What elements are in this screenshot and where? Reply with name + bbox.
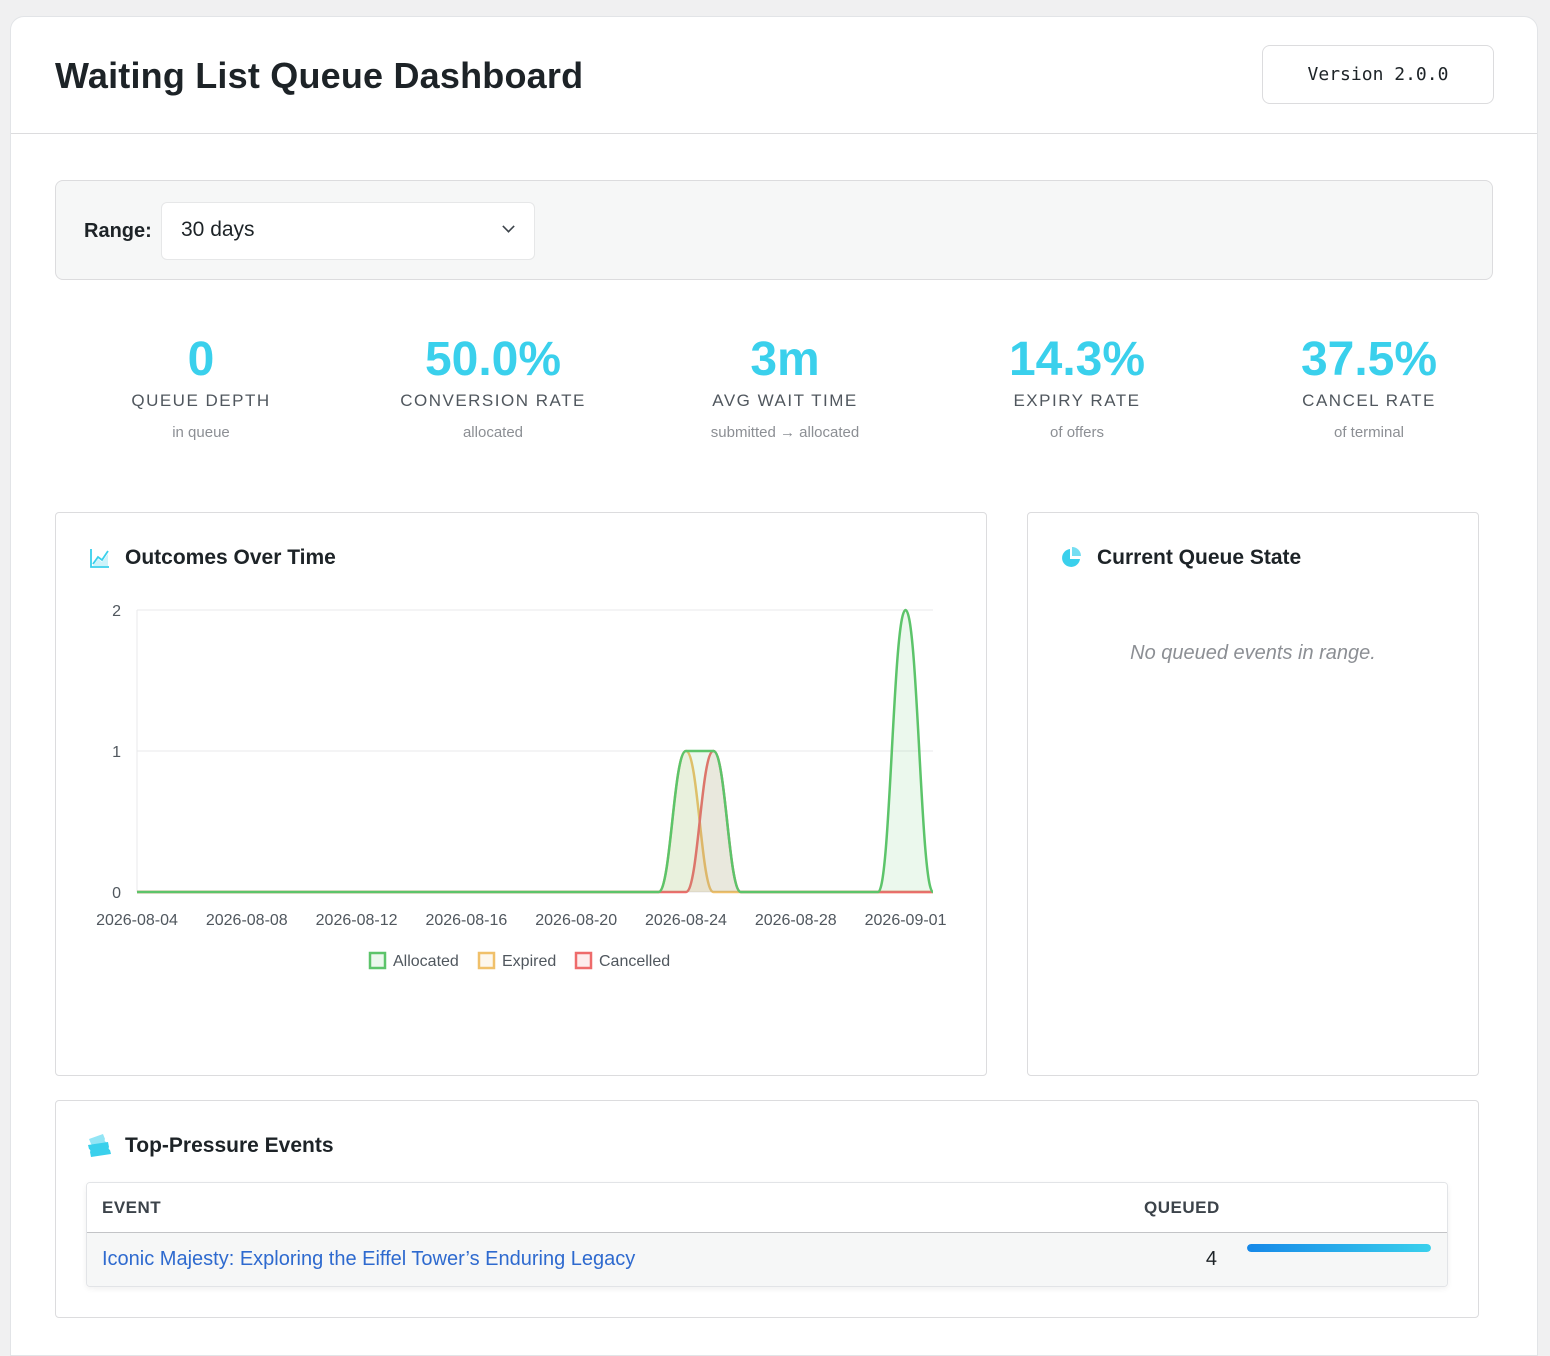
table-header: EVENT QUEUED (87, 1183, 1447, 1233)
series-line-cancelled (137, 749, 933, 894)
version-badge: Version 2.0.0 (1262, 45, 1494, 104)
kpi-value: 3m (750, 333, 820, 386)
legend-label-cancelled: Cancelled (599, 953, 670, 970)
pressure-bar-fill (1247, 1244, 1431, 1252)
kpi-label: QUEUE DEPTH (131, 391, 271, 411)
kpi-cancel-rate: 37.5% CANCEL RATE of terminal (1223, 332, 1515, 462)
kpi-subtext: of offers (1050, 424, 1104, 442)
kpi-queue-depth: 0 QUEUE DEPTH in queue (55, 332, 347, 462)
x-tick-label: 2026-08-20 (535, 912, 617, 929)
x-tick-label: 2026-08-04 (96, 912, 178, 929)
kpi-label: CONVERSION RATE (400, 391, 586, 411)
pressure-card: Top-Pressure Events EVENT QUEUED Iconic … (55, 1100, 1479, 1318)
kpi-value: 50.0% (424, 333, 562, 386)
x-tick-label: 2026-08-12 (316, 912, 398, 929)
legend-swatch-cancelled (574, 951, 593, 970)
kpi-label: AVG WAIT TIME (712, 391, 858, 411)
table-row: Iconic Majesty: Exploring the Eiffel Tow… (87, 1233, 1447, 1286)
kpi-label: CANCEL RATE (1302, 391, 1436, 411)
legend-label-expired: Expired (502, 953, 556, 970)
kpi-conversion-rate: 50.0% CONVERSION RATE allocated (347, 332, 639, 462)
series-area-expired (137, 751, 933, 892)
outcomes-chart: 0 1 2 2026-08-04 2026-08-08 2026-08-12 2026-08… (96, 603, 947, 970)
kpi-value: 37.5% (1300, 333, 1438, 386)
x-tick-label: 2026-08-28 (755, 912, 837, 929)
queue-state-card: Current Queue State No queued events in … (1027, 512, 1479, 1076)
x-tick-label: 2026-09-01 (865, 912, 947, 929)
legend-label-allocated: Allocated (393, 953, 459, 970)
kpi-expiry-rate: 14.3% EXPIRY RATE of offers (931, 332, 1223, 462)
queue-state-card-title: Current Queue State (1097, 546, 1302, 569)
page-title: Waiting List Queue Dashboard (55, 55, 584, 96)
outcomes-card-title: Outcomes Over Time (125, 546, 336, 569)
pie-chart-icon (1062, 547, 1081, 567)
range-select-value: 30 days (181, 218, 255, 241)
legend-swatch-expired (477, 951, 496, 970)
legend-swatch-allocated (368, 951, 387, 970)
range-label: Range: (84, 220, 152, 242)
y-tick-label: 0 (112, 885, 121, 902)
pressure-card-title: Top-Pressure Events (125, 1134, 334, 1157)
chevron-down-icon (502, 220, 515, 233)
y-tick-label: 2 (112, 603, 121, 620)
filter-bar: Range: 30 days (55, 180, 1493, 280)
empty-state-message: No queued events in range. (1130, 642, 1376, 664)
y-tick-label: 1 (112, 744, 121, 761)
kpi-row: 0 QUEUE DEPTH in queue 50.0% CONVERSION … (55, 332, 1515, 462)
event-link[interactable]: Iconic Majesty: Exploring the Eiffel Tow… (102, 1248, 635, 1271)
x-tick-label: 2026-08-24 (645, 912, 727, 929)
kpi-avg-wait-time: 3m AVG WAIT TIME submitted → allocated (639, 332, 931, 462)
range-select[interactable]: 30 days (161, 202, 535, 260)
kpi-value: 0 (187, 333, 215, 386)
x-tick-label: 2026-08-08 (206, 912, 288, 929)
queued-count: 4 (1205, 1248, 1217, 1270)
kpi-subtext: submitted → allocated (710, 424, 860, 442)
pressure-bar (1247, 1244, 1431, 1252)
page-header: Waiting List Queue Dashboard Version 2.0… (11, 17, 1537, 134)
kpi-subtext: allocated (462, 424, 524, 442)
column-header-event: EVENT (102, 1198, 162, 1217)
dashboard-page: Waiting List Queue Dashboard Version 2.0… (10, 16, 1538, 1356)
kpi-value: 14.3% (1008, 333, 1146, 386)
outcomes-card: Outcomes Over Time 0 1 2 2026-08-04 2026-08-… (55, 512, 987, 1076)
x-tick-label: 2026-08-16 (425, 912, 507, 929)
kpi-subtext: of terminal (1333, 424, 1405, 442)
kpi-subtext: in queue (172, 424, 230, 442)
kpi-label: EXPIRY RATE (1013, 391, 1141, 411)
tickets-icon (88, 1134, 111, 1157)
column-header-queued: QUEUED (1144, 1198, 1220, 1217)
series-line-expired (137, 749, 933, 894)
chart-line-icon (90, 549, 109, 568)
series-area-cancelled (137, 751, 933, 892)
pressure-table: EVENT QUEUED Iconic Majesty: Exploring t… (86, 1182, 1448, 1287)
